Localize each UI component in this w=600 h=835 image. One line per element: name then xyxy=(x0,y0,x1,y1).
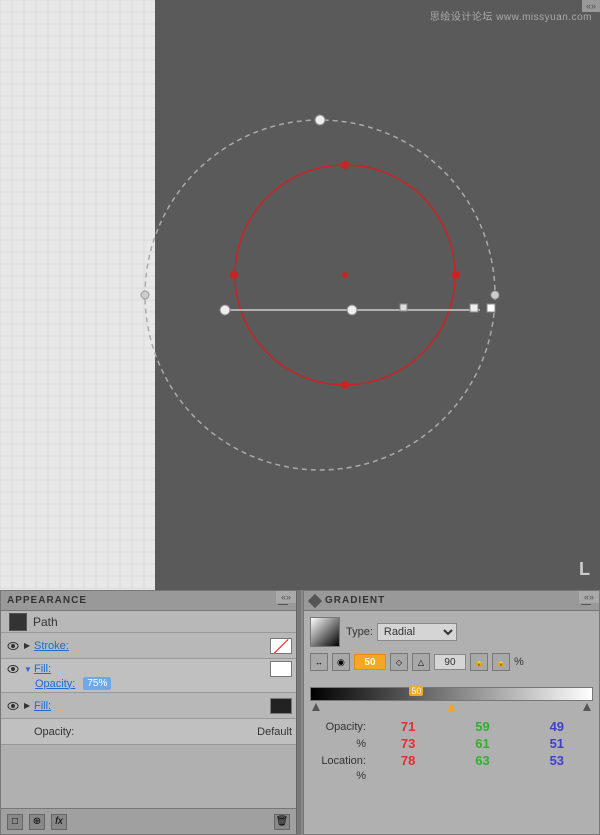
gradient-icon-btn2[interactable]: ◇ xyxy=(390,653,408,671)
panel-separator xyxy=(297,590,301,835)
duplicate-btn[interactable]: ⊕ xyxy=(29,814,45,830)
opacity-value: Default xyxy=(257,726,292,738)
fill1-expand-arrow[interactable]: ▼ xyxy=(24,665,34,674)
gradient-bar[interactable]: 50 xyxy=(310,687,593,701)
opacity1-label[interactable]: Opacity: xyxy=(35,678,75,690)
new-item-btn[interactable]: □ xyxy=(7,814,23,830)
gradient-type-row: Type: Radial Linear xyxy=(304,611,599,651)
canvas-area: 思绘设计论坛 www.missyuan.com L «» xyxy=(0,0,600,590)
fill2-visibility-eye[interactable] xyxy=(5,698,21,714)
appearance-toolbar: □ ⊕ fx 🗑 xyxy=(1,808,296,834)
fill-plain-row: ▶ Fill: xyxy=(1,693,296,719)
slider-marker-50: 50 xyxy=(409,686,423,696)
gradient-type-select[interactable]: Radial Linear xyxy=(377,623,457,641)
grad-percent-r2: 73 xyxy=(372,736,444,751)
opacity-label-grad: Opacity: xyxy=(310,721,370,733)
grad-percent-b2: 51 xyxy=(521,736,593,751)
gradient-stops-row xyxy=(310,703,593,711)
gradient-collapse-btn[interactable]: «» xyxy=(579,591,599,603)
stroke-visibility-eye[interactable] xyxy=(5,638,21,654)
percent-label-grad: % xyxy=(310,738,370,750)
gradient-panel: «» GRADIENT Type: Radial Linear ↔ ◉ xyxy=(303,590,600,835)
gradient-diamond-icon xyxy=(308,593,322,607)
gradient-stop-start[interactable] xyxy=(312,703,320,711)
grad-opacity-g1: 59 xyxy=(446,719,518,734)
fill1-label[interactable]: Fill: xyxy=(34,663,270,675)
fill-opacity-row: ▼ Fill: Opacity: 75% xyxy=(1,659,296,693)
path-label: Path xyxy=(33,615,58,629)
gradient-swatch[interactable] xyxy=(310,617,340,647)
fill2-swatch[interactable] xyxy=(270,698,292,714)
gradient-stop-end[interactable] xyxy=(583,703,591,711)
grad-opacity-b1: 49 xyxy=(521,719,593,734)
l-shape: L xyxy=(579,559,590,580)
grad-location-g3: 63 xyxy=(446,753,518,768)
gradient-title: GRADIENT xyxy=(325,595,385,606)
gradient-lock-btn[interactable]: 🔒 xyxy=(470,653,488,671)
fx-btn[interactable]: fx xyxy=(51,814,67,830)
gradient-stop-selected[interactable] xyxy=(447,703,455,711)
appearance-path-row: Path xyxy=(1,611,296,633)
fill1-swatch[interactable] xyxy=(270,661,292,677)
opacity-label: Opacity: xyxy=(34,726,257,738)
gradient-color-inputs: Opacity: 71 59 49 % 73 61 51 Location: 7… xyxy=(304,715,599,786)
appearance-spacer xyxy=(1,745,296,765)
fill2-label[interactable]: Fill: xyxy=(34,700,270,712)
path-color-swatch xyxy=(9,613,27,631)
gradient-header: GRADIENT xyxy=(304,591,599,611)
grad-location-r3: 78 xyxy=(372,753,444,768)
appearance-panel: «» APPEARANCE Path ▶ Stroke: xyxy=(0,590,297,835)
appearance-header: APPEARANCE xyxy=(1,591,296,611)
panel-collapse-handle[interactable]: «» xyxy=(582,0,600,12)
percent-label-grad2: % xyxy=(310,770,370,782)
delete-btn[interactable]: 🗑 xyxy=(274,814,290,830)
grad-location-b3: 53 xyxy=(521,753,593,768)
stroke-label[interactable]: Stroke: xyxy=(34,640,270,652)
shapes-svg xyxy=(0,0,600,590)
opacity1-value-badge: 75% xyxy=(83,677,111,690)
stroke-expand-arrow[interactable]: ▶ xyxy=(24,641,34,650)
gradient-slider-area: 50 xyxy=(304,673,599,715)
gradient-type-section: Type: Radial Linear xyxy=(346,623,593,641)
gradient-percent-label: % xyxy=(514,656,524,668)
opacity-row: Opacity: Default xyxy=(1,719,296,745)
gradient-angle-btn[interactable]: ◉ xyxy=(332,653,350,671)
grad-opacity-r1: 71 xyxy=(372,719,444,734)
gradient-icon-btn3[interactable]: △ xyxy=(412,653,430,671)
gradient-value2-input[interactable] xyxy=(434,654,466,670)
gradient-reverse-btn[interactable]: ↔ xyxy=(310,653,328,671)
location-label-grad: Location: xyxy=(310,755,370,767)
stroke-row: ▶ Stroke: xyxy=(1,633,296,659)
gradient-controls-row: ↔ ◉ ◇ △ 🔒 🔒 % xyxy=(304,651,599,673)
gradient-value1-input[interactable] xyxy=(354,654,386,670)
appearance-title: APPEARANCE xyxy=(7,595,87,606)
grad-percent-g2: 61 xyxy=(446,736,518,751)
gradient-type-label: Type: xyxy=(346,626,373,638)
fill1-visibility-eye[interactable] xyxy=(5,661,21,677)
gradient-lock-btn2[interactable]: 🔒 xyxy=(492,653,510,671)
fill2-expand-arrow[interactable]: ▶ xyxy=(24,701,34,710)
bottom-panels: «» APPEARANCE Path ▶ Stroke: xyxy=(0,590,600,835)
stroke-swatch[interactable] xyxy=(270,638,292,654)
appearance-collapse-btn[interactable]: «» xyxy=(276,591,296,603)
